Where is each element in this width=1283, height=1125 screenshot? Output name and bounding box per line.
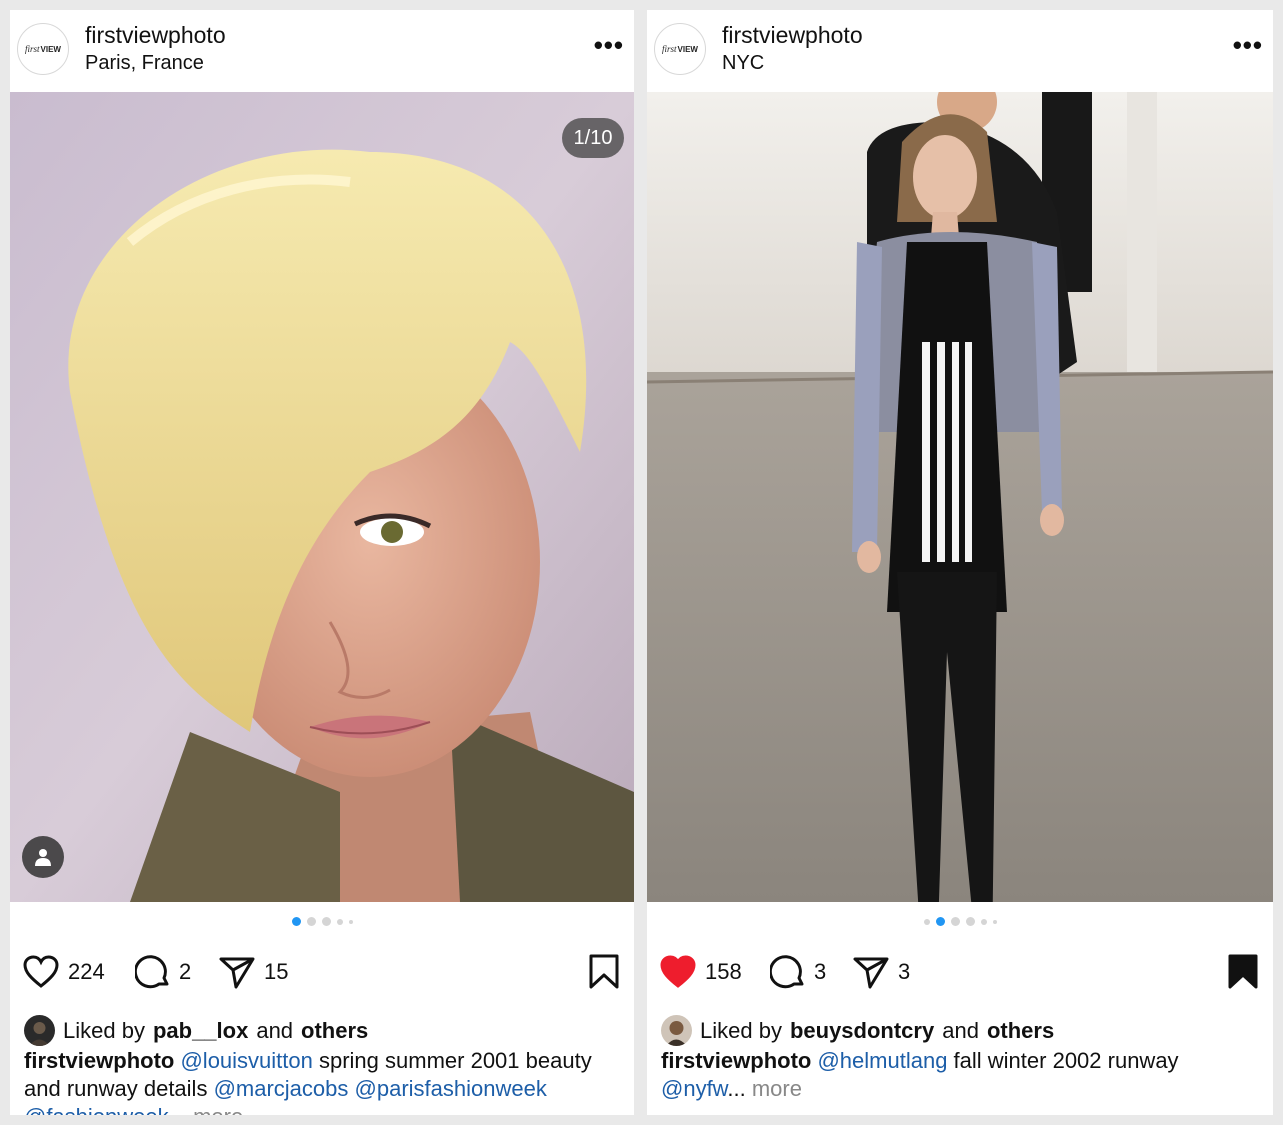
post-card-nyc: first VIEW firstviewphoto NYC ••• 158 3 … xyxy=(647,10,1273,1115)
send-icon xyxy=(219,957,255,989)
post-card-paris: first VIEW firstviewphoto Paris, France •… xyxy=(10,10,634,1115)
carousel-dot xyxy=(348,919,353,924)
tagged-people-button[interactable] xyxy=(22,836,64,878)
caption-mention[interactable]: @nyfw xyxy=(661,1076,727,1101)
liker-avatar xyxy=(661,1015,692,1046)
share-count: 15 xyxy=(264,959,289,984)
caption-text: fall winter 2002 runway xyxy=(947,1048,1179,1073)
comment-button[interactable]: 2 xyxy=(135,950,191,994)
heart-filled-icon xyxy=(660,955,696,988)
runway-photo xyxy=(647,92,1273,902)
location[interactable]: Paris, France xyxy=(85,52,204,75)
carousel-dot xyxy=(935,917,945,926)
send-icon xyxy=(853,957,889,989)
like-button[interactable]: 224 xyxy=(22,950,105,994)
more-options-icon[interactable]: ••• xyxy=(1233,32,1263,58)
post-header: first VIEW firstviewphoto NYC ••• xyxy=(647,10,1273,92)
caption-username[interactable]: firstviewphoto xyxy=(661,1048,811,1073)
caption-mention[interactable]: @parisfashionweek xyxy=(355,1076,547,1101)
carousel-indicator xyxy=(647,917,1273,926)
profile-avatar[interactable]: first VIEW xyxy=(17,23,69,75)
share-button[interactable]: 15 xyxy=(218,950,288,994)
like-count: 224 xyxy=(68,959,105,984)
liked-by-row[interactable]: Liked by beuysdontcry and others xyxy=(661,1015,1054,1046)
like-count: 158 xyxy=(705,959,742,984)
carousel-indicator xyxy=(10,917,634,926)
liked-others[interactable]: others xyxy=(987,1018,1054,1044)
comment-icon xyxy=(135,955,169,989)
carousel-dot xyxy=(923,918,930,925)
bookmark-outline-icon[interactable] xyxy=(588,954,620,990)
carousel-dot xyxy=(992,919,997,924)
like-button[interactable]: 158 xyxy=(659,950,742,994)
liked-by-row[interactable]: Liked by pab__lox and others xyxy=(24,1015,368,1046)
liker-username[interactable]: pab__lox xyxy=(153,1018,248,1044)
caption-mention[interactable]: @louisvuitton xyxy=(180,1048,312,1073)
carousel-dot xyxy=(980,918,987,925)
comment-count: 3 xyxy=(814,959,827,984)
profile-avatar[interactable]: first VIEW xyxy=(654,23,706,75)
caption-username[interactable]: firstviewphoto xyxy=(24,1048,174,1073)
username[interactable]: firstviewphoto xyxy=(85,22,226,49)
comment-button[interactable]: 3 xyxy=(770,950,826,994)
caption-more-link[interactable]: ... more xyxy=(169,1104,244,1115)
carousel-dot xyxy=(950,917,960,926)
post-header: first VIEW firstviewphoto Paris, France •… xyxy=(10,10,634,92)
comment-icon xyxy=(770,955,804,989)
comment-count: 2 xyxy=(179,959,192,984)
action-bar: 158 3 3 xyxy=(647,950,1273,994)
caption-mention[interactable]: @marcjacobs xyxy=(214,1076,349,1101)
portrait-photo xyxy=(10,92,634,902)
bookmark-filled-icon[interactable] xyxy=(1227,954,1259,990)
carousel-dot xyxy=(291,917,301,926)
person-icon xyxy=(35,849,51,866)
post-caption: firstviewphoto @louisvuitton spring summ… xyxy=(24,1047,624,1115)
heart-outline-icon xyxy=(23,955,59,988)
liker-avatar xyxy=(24,1015,55,1046)
post-caption: firstviewphoto @helmutlang fall winter 2… xyxy=(661,1048,1179,1101)
post-photo[interactable] xyxy=(647,92,1273,902)
liker-username[interactable]: beuysdontcry xyxy=(790,1018,934,1044)
action-bar: 224 2 15 xyxy=(10,950,634,994)
location[interactable]: NYC xyxy=(722,52,764,75)
carousel-dot xyxy=(321,917,331,926)
share-count: 3 xyxy=(898,959,911,984)
carousel-dot xyxy=(965,917,975,926)
share-button[interactable]: 3 xyxy=(852,950,910,994)
caption-more-link[interactable]: more xyxy=(752,1076,802,1101)
caption-mention[interactable]: @fashionweek xyxy=(24,1104,169,1115)
liked-others[interactable]: others xyxy=(301,1018,368,1044)
more-options-icon[interactable]: ••• xyxy=(594,32,624,58)
carousel-counter-badge: 1/10 xyxy=(562,118,624,158)
carousel-dot xyxy=(336,918,343,925)
post-photo[interactable]: 1/10 xyxy=(10,92,634,902)
caption-mention[interactable]: @helmutlang xyxy=(817,1048,947,1073)
username[interactable]: firstviewphoto xyxy=(722,22,863,49)
carousel-dot xyxy=(306,917,316,926)
